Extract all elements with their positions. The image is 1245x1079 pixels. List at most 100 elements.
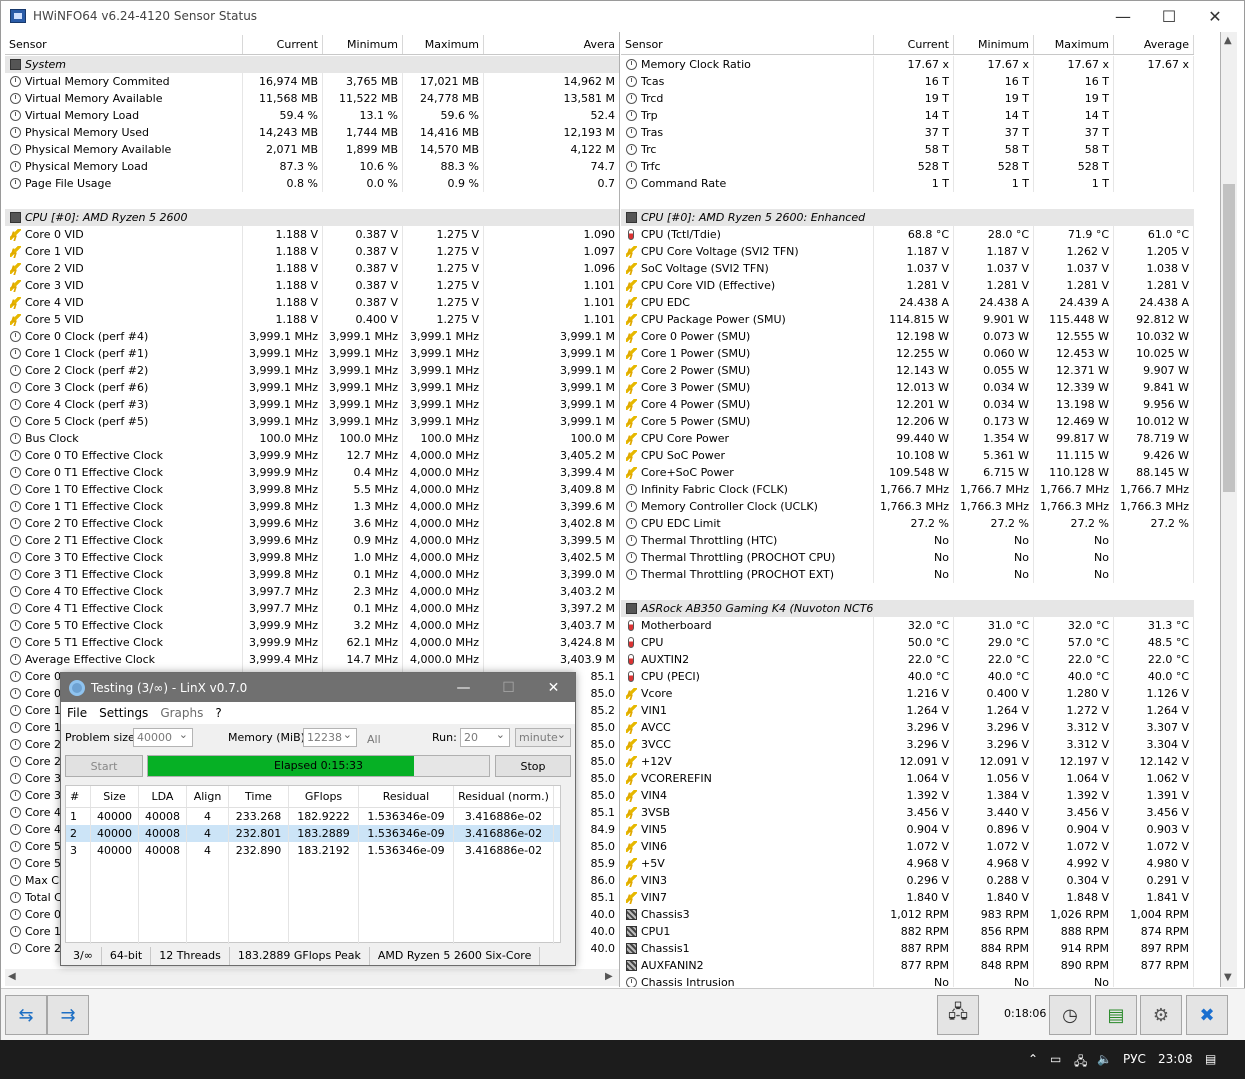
sensor-row[interactable]: VIN50.904 V0.896 V0.904 V0.903 V <box>621 821 1194 838</box>
sensor-row[interactable]: Chassis1 887 RPM 884 RPM 914 RPM 897 RPM <box>621 940 1194 957</box>
sensor-group-row[interactable]: System <box>5 56 619 73</box>
sensor-row[interactable]: VCOREREFIN1.064 V1.056 V1.064 V1.062 V <box>621 770 1194 787</box>
sensor-row[interactable]: Core 3 T1 Effective Clock 3,999.8 MHz 0.1 … <box>5 566 619 583</box>
sensor-row[interactable]: CPU EDC Limit 27.2 % 27.2 % 27.2 % 27.2 % <box>621 515 1194 532</box>
sensor-row[interactable]: Core 1 T1 Effective Clock 3,999.8 MHz 1.3 … <box>5 498 619 515</box>
language-indicator[interactable]: РУС <box>1123 1052 1146 1066</box>
linx-close-button[interactable]: ✕ <box>531 673 576 702</box>
sensor-row[interactable]: Page File Usage 0.8 % 0.0 % 0.9 % 0.7 <box>5 175 619 192</box>
sensor-row[interactable]: SoC Voltage (SVI2 TFN)1.037 V1.037 V1.03… <box>621 260 1194 277</box>
sensor-row[interactable]: VIN61.072 V1.072 V1.072 V1.072 V <box>621 838 1194 855</box>
settings-button[interactable]: ⚙ <box>1140 995 1182 1035</box>
results-header-cell[interactable]: # <box>66 786 91 807</box>
sensor-row[interactable] <box>5 192 619 209</box>
sensor-row[interactable]: Bus Clock 100.0 MHz 100.0 MHz 100.0 MHz 100.… <box>5 430 619 447</box>
sensor-row[interactable]: Memory Clock Ratio 17.67 x 17.67 x 17.67 x1… <box>621 56 1194 73</box>
all-checkbox-label[interactable]: All <box>367 733 381 746</box>
sensor-row[interactable]: CPU Core Power 99.440 W1.354 W99.817 W78.… <box>621 430 1194 447</box>
notifications-icon[interactable]: ▤ <box>1205 1052 1216 1066</box>
sensor-row[interactable]: CPU Core Voltage (SVI2 TFN) 1.187 V1.187 … <box>621 243 1194 260</box>
horizontal-scrollbar[interactable]: ◀ ▶ <box>5 969 619 986</box>
sensor-row[interactable]: Core 2 T1 Effective Clock 3,999.6 MHz 0.9 … <box>5 532 619 549</box>
sensor-row[interactable]: Thermal Throttling (PROCHOT CPU) No No No <box>621 549 1194 566</box>
sensor-row[interactable]: CPU1 882 RPM 856 RPM 888 RPM 874 RPM <box>621 923 1194 940</box>
scroll-left-icon[interactable]: ◀ <box>8 971 16 982</box>
results-header-cell[interactable]: Size <box>91 786 139 807</box>
expand-columns-button[interactable]: ⇆ <box>5 995 47 1035</box>
sensor-row[interactable]: Core 1 Power (SMU) 12.255 W0.060 W12.453 … <box>621 345 1194 362</box>
sensor-row[interactable]: Core 1 VID 1.188 V0.387 V1.275 V1.097 <box>5 243 619 260</box>
problem-size-select[interactable]: 40000 <box>133 728 193 747</box>
sensor-row[interactable]: Core 3 Power (SMU) 12.013 W0.034 W12.339 … <box>621 379 1194 396</box>
scroll-right-icon[interactable]: ▶ <box>605 971 613 982</box>
column-header[interactable]: Average <box>1114 35 1194 54</box>
column-header[interactable]: Minimum <box>323 35 403 54</box>
menu-help[interactable]: ? <box>209 706 227 720</box>
run-count-select[interactable]: 20 <box>460 728 510 747</box>
sensor-row[interactable]: Core 2 Power (SMU) 12.143 W0.055 W12.371 … <box>621 362 1194 379</box>
minimize-button[interactable]: — <box>1100 1 1146 31</box>
column-header[interactable]: Maximum <box>1034 35 1114 54</box>
sensor-row[interactable]: CPU (PECI) 40.0 °C 40.0 °C 40.0 °C 40.0 °C <box>621 668 1194 685</box>
monitor-icon[interactable]: ▭ <box>1050 1052 1061 1066</box>
sensor-row[interactable]: Core 3 VID 1.188 V0.387 V1.275 V1.101 <box>5 277 619 294</box>
menu-graphs[interactable]: Graphs <box>154 706 209 720</box>
sensor-row[interactable]: Core 4 VID 1.188 V0.387 V1.275 V1.101 <box>5 294 619 311</box>
sensor-row[interactable]: Core 5 T1 Effective Clock 3,999.9 MHz 62.1… <box>5 634 619 651</box>
sensor-row[interactable]: Memory Controller Clock (UCLK) 1,766.3 MH… <box>621 498 1194 515</box>
sensor-row[interactable]: CPU 50.0 °C 29.0 °C 57.0 °C 48.5 °C <box>621 634 1194 651</box>
results-row[interactable]: 2 40000 40008 4 232.801 183.2889 1.536346e-09 3… <box>66 825 560 842</box>
volume-icon[interactable]: 🔈 <box>1097 1052 1112 1066</box>
sensor-group-row[interactable]: CPU [#0]: AMD Ryzen 5 2600 <box>5 209 619 226</box>
sensor-group-row[interactable]: ASRock AB350 Gaming K4 (Nuvoton NCT6779D… <box>621 600 1194 617</box>
column-header[interactable]: Minimum <box>954 35 1034 54</box>
sensor-row[interactable]: Motherboard 32.0 °C 31.0 °C 32.0 °C 31.3 °C <box>621 617 1194 634</box>
sensor-row[interactable]: Virtual Memory Load 59.4 % 13.1 % 59.6 % 52.… <box>5 107 619 124</box>
column-header[interactable]: Sensor <box>621 35 874 54</box>
sensor-row[interactable]: Core 2 Clock (perf #2) 3,999.1 MHz 3,999.1… <box>5 362 619 379</box>
sensor-row[interactable]: Trc 58 T 58 T 58 T <box>621 141 1194 158</box>
results-row[interactable]: 3 40000 40008 4 232.890 183.2192 1.536346e-09 3… <box>66 842 560 859</box>
close-button[interactable]: ✕ <box>1192 1 1238 31</box>
clock-time[interactable]: 23:08 <box>1158 1052 1193 1066</box>
sensor-row[interactable]: Trfc 528 T 528 T 528 T <box>621 158 1194 175</box>
sensor-row[interactable]: Core 3 T0 Effective Clock 3,999.8 MHz 1.0 … <box>5 549 619 566</box>
sensor-row[interactable]: Thermal Throttling (HTC) No No No <box>621 532 1194 549</box>
sensor-row[interactable]: Core 5 T0 Effective Clock 3,999.9 MHz 3.2 … <box>5 617 619 634</box>
column-header[interactable]: Current <box>243 35 323 54</box>
network-button[interactable]: 🖧 <box>937 995 979 1035</box>
sensor-row[interactable]: Average Effective Clock 3,999.4 MHz 14.7 M… <box>5 651 619 668</box>
results-header-cell[interactable]: GFlops <box>289 786 359 807</box>
sensor-row[interactable]: Core 5 Power (SMU) 12.206 W0.173 W12.469 … <box>621 413 1194 430</box>
collapse-columns-button[interactable]: ⇉ <box>47 995 89 1035</box>
sensor-row[interactable]: VIN3 0.296 V0.288 V0.304 V0.291 V <box>621 872 1194 889</box>
sensor-row[interactable]: Tcas 16 T 16 T 16 T <box>621 73 1194 90</box>
column-header[interactable]: Avera <box>484 35 619 54</box>
sensor-row[interactable] <box>621 583 1194 600</box>
sensor-row[interactable]: Vcore 1.216 V0.400 V1.280 V1.126 V <box>621 685 1194 702</box>
column-header[interactable]: Current <box>874 35 954 54</box>
sensor-row[interactable]: Core 0 Power (SMU) 12.198 W0.073 W12.555 … <box>621 328 1194 345</box>
results-header-cell[interactable]: LDA <box>139 786 187 807</box>
exit-button[interactable]: ✖ <box>1186 995 1228 1035</box>
sensor-row[interactable]: +5V4.968 V4.968 V4.992 V4.980 V <box>621 855 1194 872</box>
add-report-button[interactable]: ▤ <box>1095 995 1137 1035</box>
sensor-row[interactable]: CPU Package Power (SMU) 114.815 W9.901 W1… <box>621 311 1194 328</box>
sensor-row[interactable]: CPU Core VID (Effective)1.281 V1.281 V1.… <box>621 277 1194 294</box>
sensor-row[interactable]: Core 0 Clock (perf #4) 3,999.1 MHz 3,999.1… <box>5 328 619 345</box>
sensor-row[interactable]: Trcd 19 T 19 T 19 T <box>621 90 1194 107</box>
sensor-row[interactable]: Core 3 Clock (perf #6) 3,999.1 MHz 3,999.1… <box>5 379 619 396</box>
sensor-row[interactable]: Core 4 T0 Effective Clock 3,997.7 MHz 2.3 … <box>5 583 619 600</box>
results-header-cell[interactable]: Residual (norm.) <box>454 786 554 807</box>
linx-maximize-button[interactable]: ☐ <box>486 673 531 702</box>
sensor-row[interactable]: +12V12.091 V12.091 V12.197 V12.142 V <box>621 753 1194 770</box>
column-header[interactable]: Maximum <box>403 35 484 54</box>
results-header-cell[interactable]: Residual <box>359 786 454 807</box>
sensor-row[interactable]: Command Rate 1 T1 T1 T <box>621 175 1194 192</box>
sensor-row[interactable]: Virtual Memory Available 11,568 MB 11,522 … <box>5 90 619 107</box>
sensor-row[interactable]: Core 0 T1 Effective Clock 3,999.9 MHz 0.4 … <box>5 464 619 481</box>
vertical-scrollbar[interactable]: ▲ ▼ <box>1221 32 1237 987</box>
sensor-row[interactable]: Core 5 Clock (perf #5) 3,999.1 MHz 3,999.1… <box>5 413 619 430</box>
sensor-row[interactable]: VIN41.392 V1.384 V1.392 V1.391 V <box>621 787 1194 804</box>
sensor-row[interactable]: Core 0 VID 1.188 V0.387 V1.275 V1.090 <box>5 226 619 243</box>
